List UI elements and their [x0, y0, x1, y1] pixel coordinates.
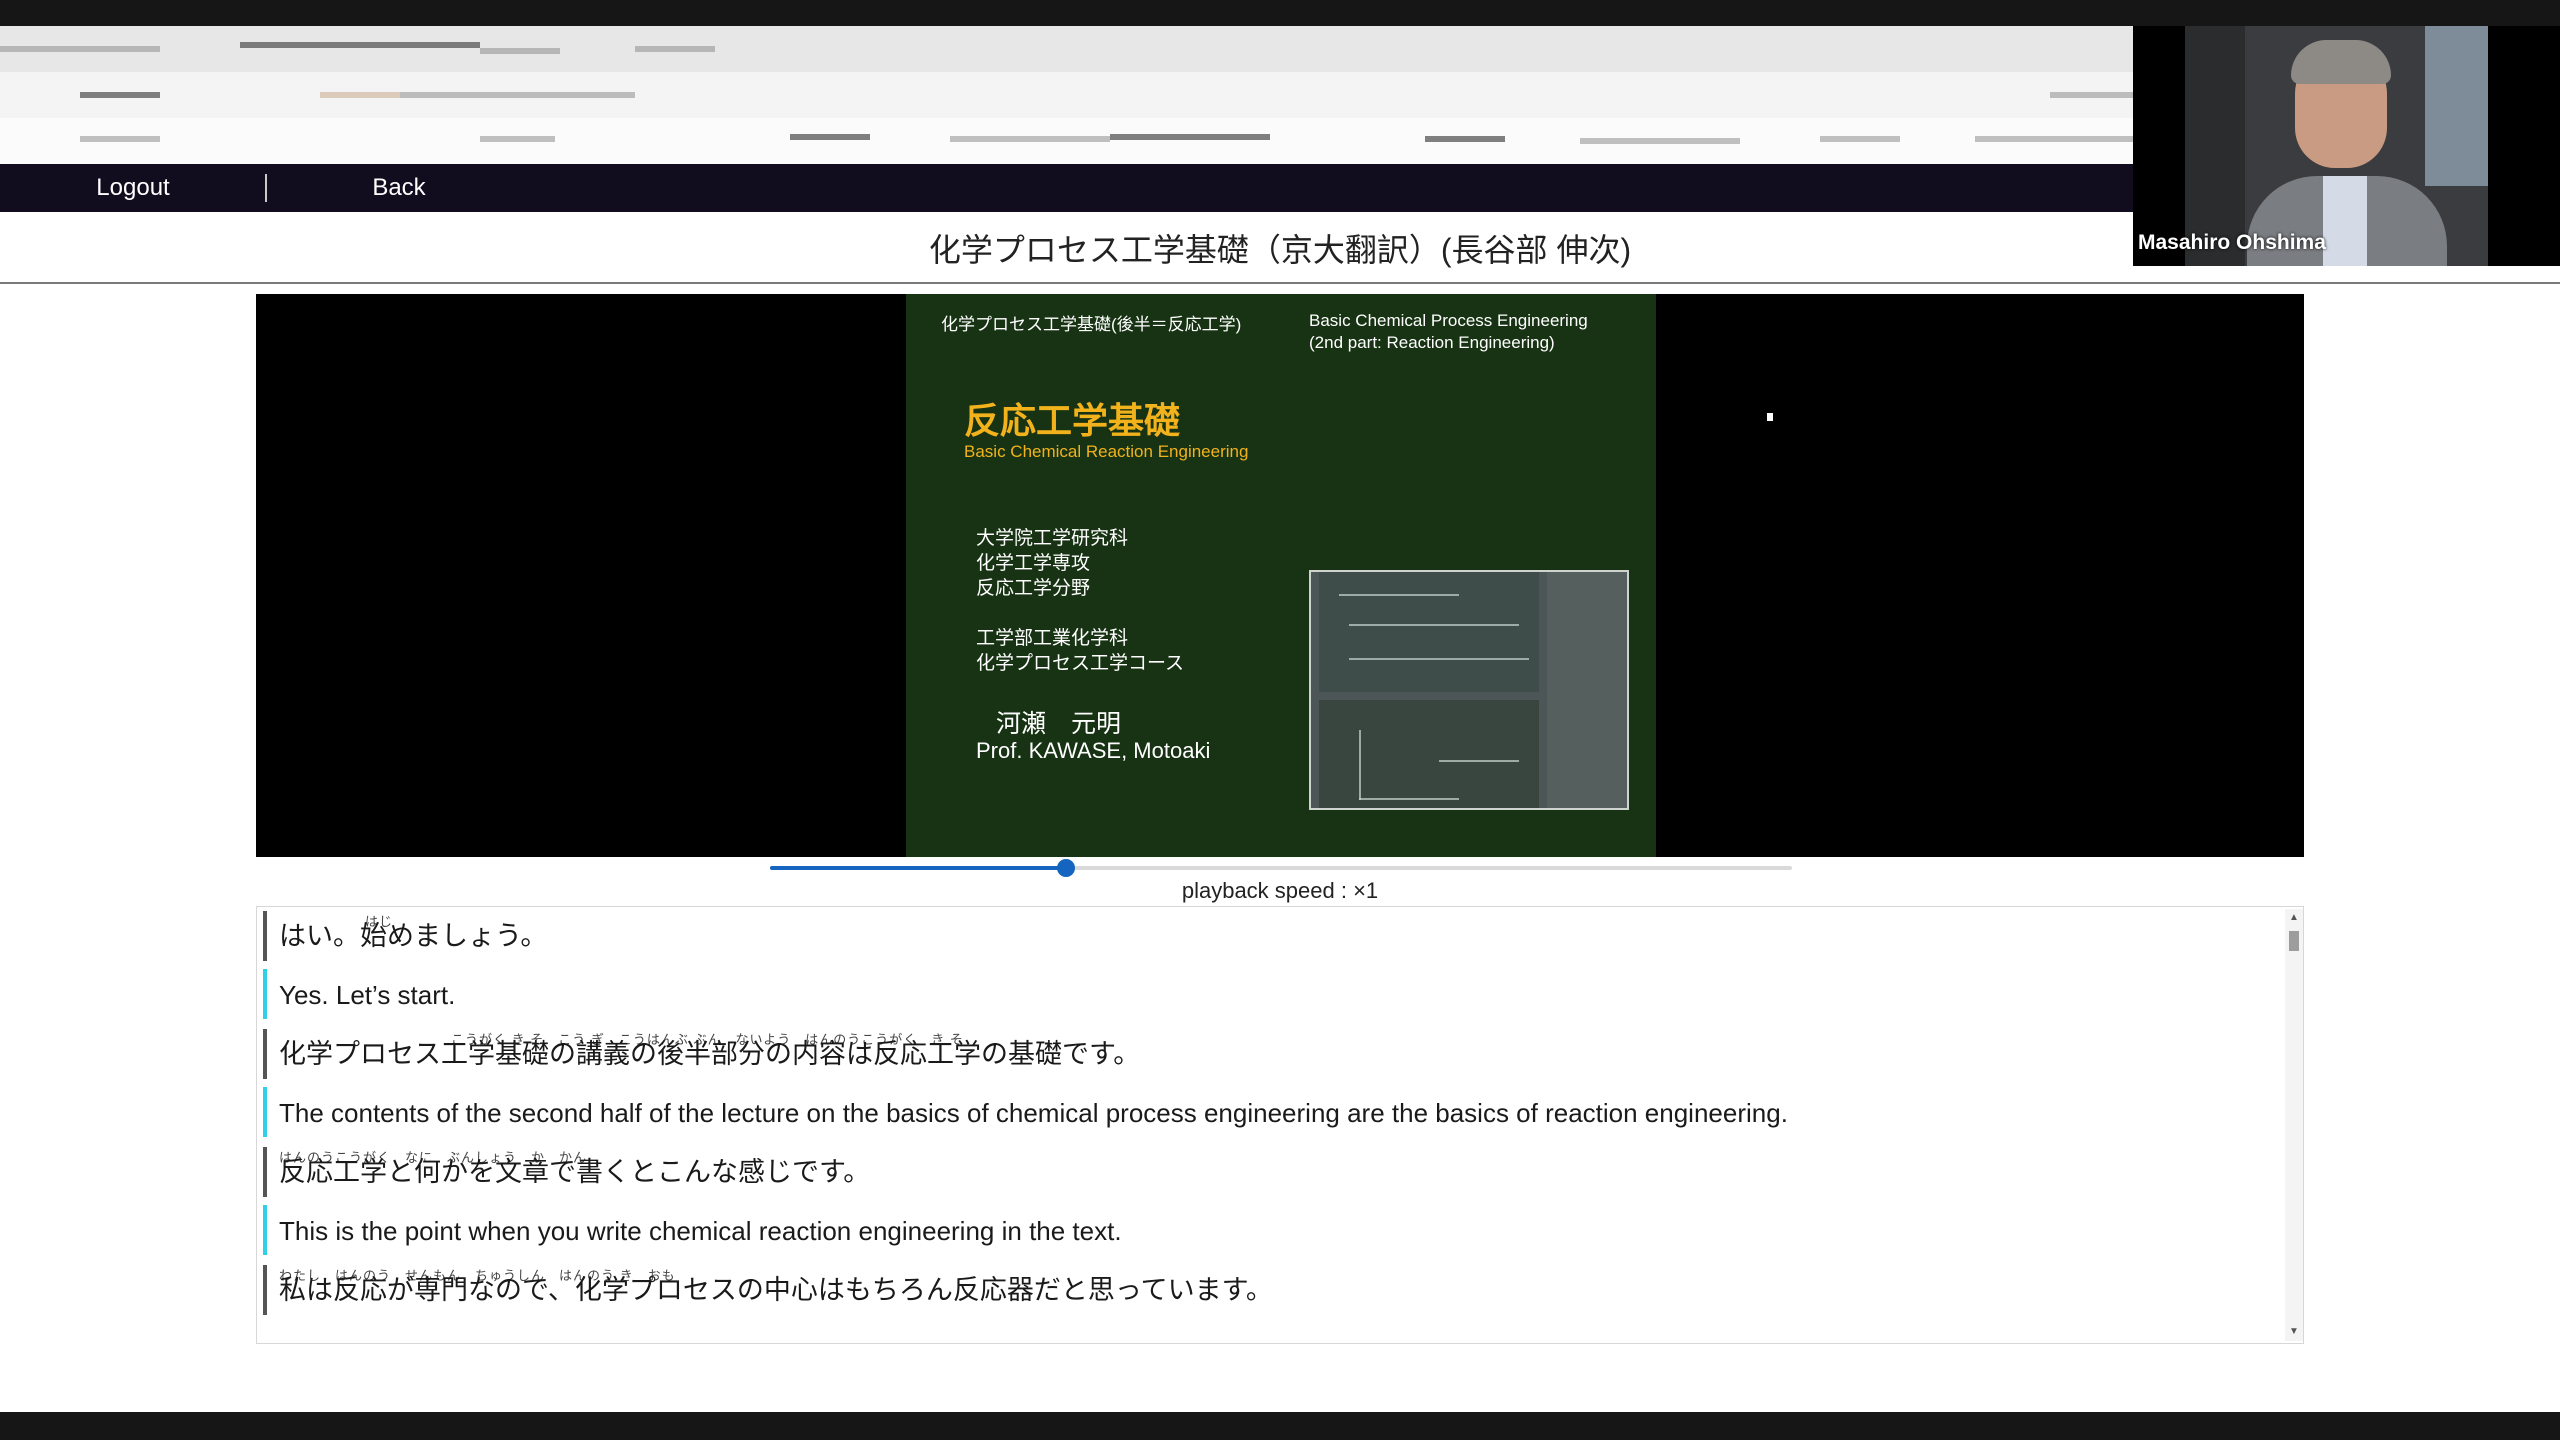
blur-smear	[320, 92, 400, 98]
blackboard-lower	[1319, 700, 1539, 808]
blur-smear	[1580, 138, 1740, 144]
webcam-background-window	[2425, 26, 2488, 186]
blur-smear	[80, 136, 160, 142]
transcript-line-en[interactable]: Yes. Let’s start.	[263, 969, 455, 1019]
blur-smear	[80, 92, 160, 98]
slide-faculty-line: 工学部工業化学科	[976, 628, 1129, 649]
playback-speed-label[interactable]: playback speed : ×1	[0, 878, 2560, 904]
blur-smear	[480, 48, 560, 54]
blur-smear	[0, 46, 160, 52]
window-frame-bottom	[0, 1412, 2560, 1440]
transcript-text: 化学プロセス工学基礎の講義の後半部分の内容は反応工学の基礎です。	[279, 1039, 1141, 1069]
blur-smear	[1425, 136, 1505, 142]
slide-faculty-block: 工学部工業化学科 化学プロセス工学コース	[976, 626, 1184, 676]
blurred-row	[0, 72, 2133, 118]
slide-header-en-line1: Basic Chemical Process Engineering	[1309, 311, 1588, 330]
blur-smear	[790, 134, 870, 140]
transcript-line-en[interactable]: The contents of the second half of the l…	[263, 1087, 1788, 1137]
blurred-header	[0, 26, 2133, 164]
scroll-up-arrow-icon[interactable]: ▲	[2288, 913, 2300, 923]
logout-button[interactable]: Logout	[0, 164, 266, 212]
transcript-panel[interactable]: はじ はい。始めましょう。 Yes. Let’s start. こうがく き そ…	[256, 906, 2304, 1344]
transcript-scrollbar[interactable]: ▲ ▼	[2285, 909, 2303, 1341]
slide-blackboard-photo	[1309, 570, 1629, 810]
seek-bar-progress	[770, 866, 1067, 870]
transcript-text: 反応工学と何かを文章で書くとこんな感じです。	[279, 1157, 871, 1187]
slide-department-line: 反応工学分野	[976, 578, 1091, 599]
scroll-down-arrow-icon[interactable]: ▼	[2288, 1327, 2300, 1337]
transcript-line-jp[interactable]: はじ はい。始めましょう。	[263, 911, 547, 961]
blur-smear	[480, 136, 555, 142]
chalk-mark	[1349, 658, 1529, 660]
blackboard-side	[1547, 572, 1627, 808]
video-player[interactable]: 化学プロセス工学基礎(後半＝反応工学) Basic Chemical Proce…	[256, 294, 2304, 857]
blur-smear	[240, 42, 480, 48]
mouse-cursor	[1767, 413, 1773, 421]
seek-bar[interactable]	[770, 859, 1792, 877]
blur-smear	[635, 46, 715, 52]
blackboard-upper	[1319, 572, 1539, 692]
transcript-text: 私は反応が専門なので、化学プロセスの中心はもちろん反応器だと思っています。	[279, 1275, 1273, 1305]
chalk-mark	[1359, 730, 1361, 800]
transcript-text: はい。始めましょう。	[279, 921, 548, 951]
blur-smear	[400, 92, 635, 98]
slide-professor-jp: 河瀬 元明	[996, 710, 1122, 738]
page-title: 化学プロセス工学基礎（京大翻訳）(長谷部 伸次)	[928, 232, 1632, 268]
window-frame-top	[0, 0, 2560, 26]
slide-header-en: Basic Chemical Process Engineering (2nd …	[1309, 310, 1588, 354]
blurred-row	[0, 26, 2133, 72]
slide-title-en: Basic Chemical Reaction Engineering	[964, 442, 1249, 461]
transcript-line-jp[interactable]: こうがく き そ こう ぎ こうはんぶ ぶん ないよう はんのうこうがく き そ…	[263, 1029, 1140, 1079]
transcript-text: Yes. Let’s start.	[279, 980, 456, 1010]
slide-title-jp: 反応工学基礎	[964, 400, 1181, 441]
transcript-line-jp[interactable]: はんのうこうがく なに ぶんしょう か かん 反応工学と何かを文章で書くとこんな…	[263, 1147, 870, 1197]
transcript-text: The contents of the second half of the l…	[279, 1098, 1788, 1128]
chalk-mark	[1439, 760, 1519, 762]
app-screen: Logout Back Masahiro Ohshima 化学プロセス工学基礎（…	[0, 0, 2560, 1440]
slide-header-en-line2: (2nd part: Reaction Engineering)	[1309, 333, 1555, 352]
lecture-slide: 化学プロセス工学基礎(後半＝反応工学) Basic Chemical Proce…	[906, 294, 1656, 857]
blur-smear	[1110, 134, 1270, 140]
transcript-line-en[interactable]: This is the point when you write chemica…	[263, 1205, 1122, 1255]
slide-header-jp: 化学プロセス工学基礎(後半＝反応工学)	[941, 315, 1242, 334]
scrollbar-thumb[interactable]	[2289, 931, 2299, 951]
slide-department-block: 大学院工学研究科 化学工学専攻 反応工学分野	[976, 526, 1128, 601]
slide-professor-en: Prof. KAWASE, Motoaki	[976, 738, 1211, 763]
transcript-line-jp[interactable]: わたし はんのう せんもん ちゅうしん はんのう き おも 私は反応が専門なので…	[263, 1265, 1273, 1315]
slide-department-line: 化学工学専攻	[976, 553, 1091, 574]
chalk-mark	[1359, 798, 1459, 800]
slide-department-line: 大学院工学研究科	[976, 528, 1129, 549]
webcam-person-hair	[2291, 40, 2391, 84]
blurred-row	[0, 118, 2133, 164]
top-navbar: Logout Back	[0, 164, 2133, 212]
chalk-mark	[1349, 624, 1519, 626]
blur-smear	[1975, 136, 2133, 142]
slide-faculty-line: 化学プロセス工学コース	[976, 653, 1185, 674]
transcript-text: This is the point when you write chemica…	[279, 1216, 1122, 1246]
back-button[interactable]: Back	[266, 164, 532, 212]
seek-bar-handle[interactable]	[1057, 859, 1076, 877]
title-divider	[0, 282, 2560, 284]
blur-smear	[2050, 92, 2133, 98]
blur-smear	[950, 136, 1110, 142]
blur-smear	[1820, 136, 1900, 142]
chalk-mark	[1339, 594, 1459, 596]
